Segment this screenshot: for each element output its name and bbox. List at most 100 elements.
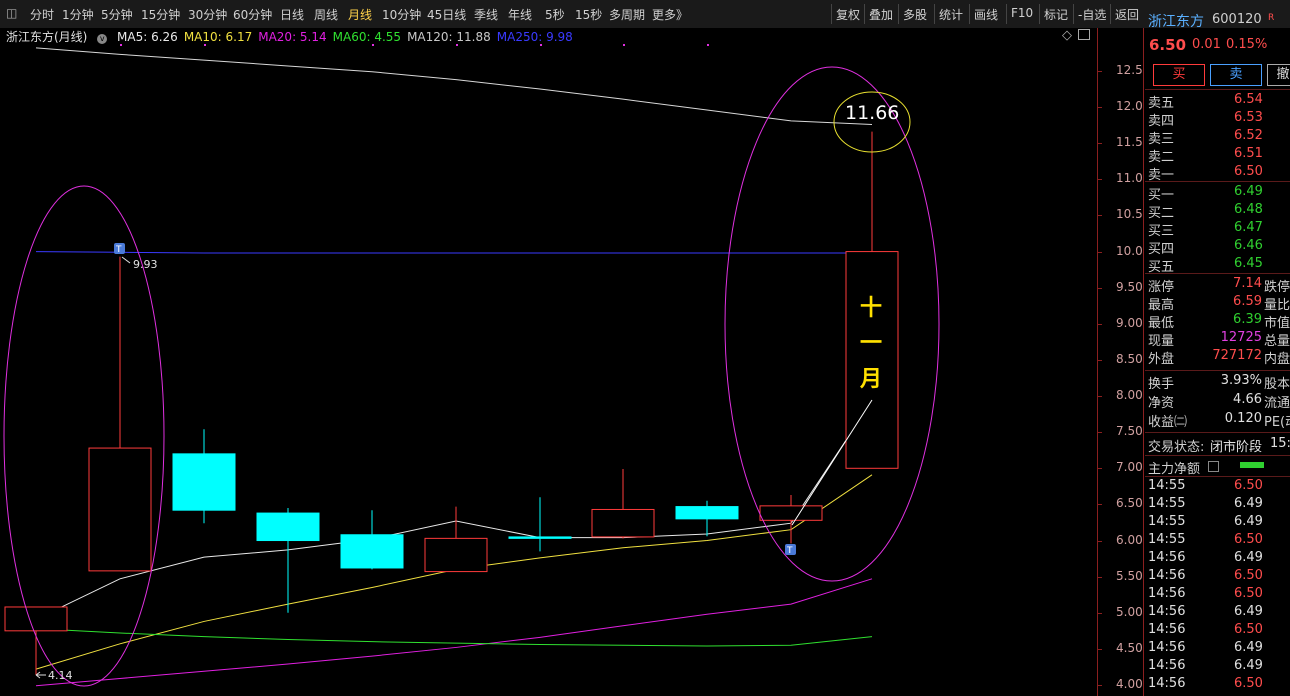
tick-price: 6.49 bbox=[1234, 496, 1263, 511]
candle-body[interactable] bbox=[4, 606, 68, 632]
price-tick-mark bbox=[1097, 504, 1102, 506]
tick-time: 14:56 bbox=[1148, 586, 1186, 601]
tick-price: 6.49 bbox=[1234, 658, 1263, 673]
toolbar-action[interactable]: 标记 bbox=[1044, 6, 1068, 23]
price-tick-mark bbox=[1097, 359, 1102, 361]
bid-level-price[interactable]: 6.46 bbox=[1234, 238, 1263, 253]
stat-value: 7.14 bbox=[1233, 276, 1262, 291]
period-tab[interactable]: 15分钟 bbox=[141, 6, 180, 23]
toolbar-action[interactable]: 画线 bbox=[974, 6, 998, 23]
divider bbox=[1145, 476, 1290, 477]
tick-price: 6.50 bbox=[1234, 586, 1263, 601]
candle-body[interactable] bbox=[845, 251, 899, 469]
price-tick-label: 8.00 bbox=[1116, 388, 1143, 403]
stat-value: 6.39 bbox=[1233, 312, 1262, 327]
fund-label: 净资 bbox=[1148, 396, 1175, 411]
tick-time: 14:55 bbox=[1148, 496, 1186, 511]
sidebar-toggle-icon[interactable]: ◫ bbox=[6, 6, 17, 20]
bid-level-price[interactable]: 6.48 bbox=[1234, 202, 1263, 217]
price-tick-mark bbox=[1097, 685, 1102, 686]
period-tab[interactable]: 日线 bbox=[280, 6, 304, 23]
candle-body[interactable] bbox=[340, 534, 404, 569]
candle-body[interactable] bbox=[424, 537, 488, 573]
candle-body[interactable] bbox=[675, 506, 739, 520]
period-tab[interactable]: 多周期 bbox=[609, 6, 645, 23]
price-tick-mark bbox=[1097, 576, 1102, 578]
bid-level-price[interactable]: 6.47 bbox=[1234, 220, 1263, 235]
toolbar-action[interactable]: 复权 bbox=[836, 6, 860, 23]
tick-price: 6.49 bbox=[1234, 604, 1263, 619]
trade-time: 15: bbox=[1270, 436, 1290, 451]
legend-toggle-icon[interactable]: v bbox=[97, 34, 108, 44]
toolbar-separator bbox=[969, 4, 970, 24]
low-price-label: 4.14 bbox=[48, 669, 73, 682]
diamond-icon[interactable]: ◇ bbox=[1062, 28, 1072, 43]
period-tab[interactable]: 10分钟 bbox=[382, 6, 421, 23]
period-tab[interactable]: 年线 bbox=[508, 6, 532, 23]
price-tick-mark bbox=[1097, 612, 1102, 614]
period-tab[interactable]: 月线 bbox=[348, 6, 372, 23]
month-char-2: 一 bbox=[860, 331, 882, 356]
price-tick-mark bbox=[1097, 215, 1102, 217]
period-tab[interactable]: 5分钟 bbox=[101, 6, 133, 23]
period-tab[interactable]: 15秒 bbox=[575, 6, 602, 23]
period-tab[interactable]: 更多》 bbox=[652, 6, 688, 23]
stock-period-title: 浙江东方(月线) bbox=[6, 30, 88, 44]
period-tab[interactable]: 分时 bbox=[30, 6, 54, 23]
window-toggle-icon[interactable] bbox=[1078, 29, 1090, 40]
ask-level-label: 卖五 bbox=[1148, 96, 1175, 111]
stat-label: 涨停 bbox=[1148, 280, 1175, 295]
price-tick-mark bbox=[1097, 71, 1102, 72]
signal-dot bbox=[623, 44, 625, 46]
stat-label-secondary: 市值 bbox=[1264, 316, 1290, 331]
price-tick-label: 5.50 bbox=[1116, 568, 1143, 583]
candle-body[interactable] bbox=[591, 508, 655, 538]
toolbar-action[interactable]: 统计 bbox=[939, 6, 963, 23]
cancel-order-button[interactable]: 撤 bbox=[1267, 64, 1290, 86]
period-tab[interactable]: 周线 bbox=[314, 6, 338, 23]
flow-table-icon[interactable] bbox=[1208, 461, 1219, 472]
trade-state-label: 交易状态: bbox=[1148, 440, 1205, 455]
candle-body[interactable] bbox=[508, 536, 572, 539]
signal-dot bbox=[707, 44, 709, 46]
t-marker-icon[interactable]: T bbox=[114, 243, 125, 255]
toolbar-action[interactable]: -自选 bbox=[1078, 6, 1106, 23]
toolbar-action[interactable]: 多股 bbox=[903, 6, 927, 23]
candle-body[interactable] bbox=[88, 447, 152, 572]
period-tab[interactable]: 60分钟 bbox=[233, 6, 272, 23]
candle-body[interactable] bbox=[256, 512, 320, 542]
stat-label: 现量 bbox=[1148, 334, 1175, 349]
tick-time: 14:55 bbox=[1148, 478, 1186, 493]
stock-code: 600120 bbox=[1212, 12, 1262, 27]
buy-button[interactable]: 买 bbox=[1153, 64, 1205, 86]
svg-text:T: T bbox=[115, 245, 122, 255]
ask-level-price[interactable]: 6.52 bbox=[1234, 128, 1263, 143]
last-price: 6.50 bbox=[1149, 36, 1187, 54]
kline-chart[interactable]: 11.66 9.93 4.14 十 一 月 T T bbox=[0, 28, 1143, 696]
sell-button[interactable]: 卖 bbox=[1210, 64, 1262, 86]
period-tab[interactable]: 1分钟 bbox=[62, 6, 94, 23]
ask-level-price[interactable]: 6.53 bbox=[1234, 110, 1263, 125]
stat-value: 727172 bbox=[1212, 348, 1262, 363]
candle-body[interactable] bbox=[172, 453, 236, 511]
period-tab[interactable]: 45日线 bbox=[427, 6, 466, 23]
t-marker-icon[interactable]: T bbox=[785, 544, 796, 556]
ask-level-price[interactable]: 6.50 bbox=[1234, 164, 1263, 179]
stat-value: 6.59 bbox=[1233, 294, 1262, 309]
toolbar-action[interactable]: 叠加 bbox=[869, 6, 893, 23]
toolbar-action[interactable]: 返回 bbox=[1115, 6, 1139, 23]
period-tab[interactable]: 5秒 bbox=[545, 6, 565, 23]
bid-level-price[interactable]: 6.45 bbox=[1234, 256, 1263, 271]
toolbar-separator bbox=[898, 4, 899, 24]
period-tab[interactable]: 30分钟 bbox=[188, 6, 227, 23]
ask-level-price[interactable]: 6.54 bbox=[1234, 92, 1263, 107]
toolbar-action[interactable]: F10 bbox=[1011, 6, 1033, 20]
kline-chart-area[interactable]: 11.66 9.93 4.14 十 一 月 T T ◇ bbox=[0, 28, 1143, 696]
bid-level-price[interactable]: 6.49 bbox=[1234, 184, 1263, 199]
bid-level-label: 买三 bbox=[1148, 224, 1175, 239]
candle-body[interactable] bbox=[759, 505, 823, 521]
ma-legend-item: MA5: 6.26 bbox=[117, 30, 178, 44]
period-tab[interactable]: 季线 bbox=[474, 6, 498, 23]
ask-level-price[interactable]: 6.51 bbox=[1234, 146, 1263, 161]
flow-bar bbox=[1240, 462, 1264, 468]
